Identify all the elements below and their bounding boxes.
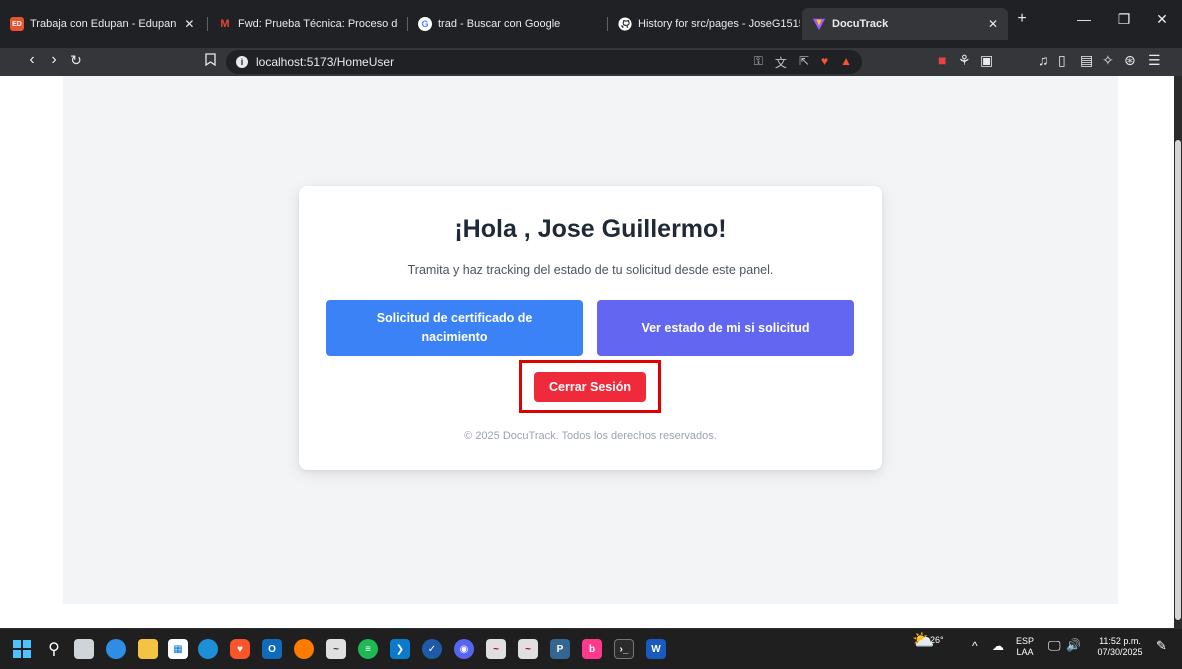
- screenshot-icon[interactable]: ▣: [980, 52, 993, 69]
- clock-time: 11:52 p.m.: [1099, 636, 1141, 646]
- music-icon[interactable]: ♫: [1038, 52, 1049, 68]
- outlook-icon[interactable]: O: [262, 639, 282, 659]
- back-icon[interactable]: ‹: [22, 51, 42, 69]
- logout-button[interactable]: Cerrar Sesión: [534, 372, 646, 402]
- forward-icon[interactable]: ›: [44, 51, 64, 69]
- google-icon: G: [418, 17, 432, 31]
- photos-icon[interactable]: ~: [326, 639, 346, 659]
- firefox-icon[interactable]: [294, 639, 314, 659]
- bookmark-icon[interactable]: [200, 53, 220, 69]
- brave-rewards-icon[interactable]: ▲: [840, 54, 852, 71]
- scrollbar-thumb[interactable]: [1175, 140, 1181, 620]
- address-bar[interactable]: i localhost:5173/HomeUser ⚿ 文 ⇱ ♥ ▲: [226, 50, 862, 74]
- home-card: ¡Hola , Jose Guillermo! Tramita y haz tr…: [299, 186, 882, 470]
- app-icon[interactable]: b: [582, 639, 602, 659]
- tab-divider: [407, 17, 408, 31]
- share-icon[interactable]: ⇱: [799, 54, 809, 71]
- new-tab-button[interactable]: +: [1010, 10, 1034, 28]
- cloud-icon[interactable]: ☁: [992, 640, 1004, 652]
- tab-title: Fwd: Prueba Técnica: Proceso de S: [238, 18, 398, 30]
- vscode-icon[interactable]: ❯: [390, 639, 410, 659]
- postgres-icon[interactable]: P: [550, 639, 570, 659]
- windows-start-icon[interactable]: [12, 639, 32, 659]
- close-icon[interactable]: ✕: [988, 17, 998, 31]
- spotify-icon[interactable]: ≡: [358, 639, 378, 659]
- translate-icon[interactable]: 文: [775, 54, 787, 71]
- greeting-title: ¡Hola , Jose Guillermo!: [454, 215, 727, 243]
- tab-divider: [207, 17, 208, 31]
- edge-icon[interactable]: [198, 639, 218, 659]
- tab-github[interactable]: History for src/pages - JoseG1515: [618, 13, 800, 35]
- chevron-up-icon[interactable]: ^: [972, 640, 978, 652]
- view-request-status-button[interactable]: Ver estado de mi si solicitud: [597, 300, 854, 356]
- leo-ai-icon[interactable]: ✧: [1102, 52, 1114, 69]
- app-icon[interactable]: ~: [518, 639, 538, 659]
- menu-icon[interactable]: ☰: [1148, 52, 1161, 69]
- brave-shield-icon[interactable]: ♥: [821, 54, 828, 71]
- notification-icon[interactable]: ✎: [1156, 639, 1167, 652]
- task-view-icon[interactable]: [74, 639, 94, 659]
- page-viewport: ¡Hola , Jose Guillermo! Tramita y haz tr…: [0, 76, 1174, 628]
- scrollbar[interactable]: [1174, 76, 1182, 628]
- weather-temp: 26°: [930, 635, 944, 645]
- search-icon[interactable]: ⚲: [44, 639, 64, 659]
- tab-title: Trabaja con Edupan - Edupan: [30, 18, 177, 30]
- discord-icon[interactable]: ◉: [454, 639, 474, 659]
- vite-icon: [812, 17, 826, 31]
- birth-certificate-request-button[interactable]: Solicitud de certificado de nacimiento: [326, 300, 583, 356]
- tab-title: History for src/pages - JoseG1515: [638, 18, 800, 30]
- gmail-icon: M: [220, 18, 230, 30]
- reload-icon[interactable]: ↻: [66, 52, 86, 69]
- language-indicator[interactable]: ESP LAA: [1014, 636, 1036, 658]
- site-info-icon[interactable]: i: [236, 56, 248, 68]
- display-icon[interactable]: 🖵: [1048, 639, 1061, 652]
- terminal-icon[interactable]: ›_: [614, 639, 634, 659]
- wallet-icon[interactable]: ▤: [1080, 52, 1093, 69]
- word-icon[interactable]: W: [646, 639, 666, 659]
- close-icon[interactable]: ✕: [184, 17, 194, 31]
- file-explorer-icon[interactable]: [138, 639, 158, 659]
- subtitle-text: Tramita y haz tracking del estado de tu …: [407, 263, 774, 277]
- key-icon[interactable]: ⚿: [754, 54, 763, 71]
- tab-google-search[interactable]: G trad - Buscar con Google: [418, 13, 598, 35]
- tab-divider: [607, 17, 608, 31]
- footer-copyright: © 2025 DocuTrack. Todos los derechos res…: [464, 430, 717, 442]
- github-icon: [618, 17, 632, 31]
- todo-icon[interactable]: ✓: [422, 639, 442, 659]
- tab-docutrack[interactable]: DocuTrack ✕: [802, 8, 1008, 40]
- widgets-icon[interactable]: [106, 639, 126, 659]
- minimize-icon[interactable]: —: [1072, 11, 1096, 27]
- language-bottom: LAA: [1016, 647, 1034, 657]
- sidebar-icon[interactable]: ▯: [1058, 52, 1066, 69]
- clock[interactable]: 11:52 p.m. 07/30/2025: [1092, 636, 1148, 658]
- tab-title: trad - Buscar con Google: [438, 18, 561, 30]
- browser-tab-strip: ED Trabaja con Edupan - Edupan ✕ M Fwd: …: [0, 0, 1182, 48]
- tab-gmail[interactable]: M Fwd: Prueba Técnica: Proceso de S: [218, 13, 398, 35]
- restore-icon[interactable]: ❐: [1112, 11, 1136, 28]
- clock-date: 07/30/2025: [1097, 647, 1143, 657]
- brave-icon[interactable]: ♥: [230, 639, 250, 659]
- tab-title: DocuTrack: [832, 18, 889, 30]
- volume-icon[interactable]: 🔊: [1066, 639, 1081, 651]
- edupan-favicon-icon: ED: [10, 17, 24, 31]
- tab-edupan[interactable]: ED Trabaja con Edupan - Edupan ✕: [10, 13, 200, 35]
- windows-taskbar: ⚲ ▦ ♥ O ~ ≡ ❯ ✓ ◉ ~ ~ P b ›_ W ⛅ 26° ^ ☁…: [0, 628, 1182, 669]
- extensions-icon[interactable]: ⚘: [958, 52, 971, 69]
- browser-toolbar: ‹ › ↻ i localhost:5173/HomeUser ⚿ 文 ⇱ ♥ …: [0, 48, 1182, 76]
- url-text: localhost:5173/HomeUser: [256, 55, 395, 69]
- app-icon[interactable]: ~: [486, 639, 506, 659]
- vpn-icon[interactable]: ⊛: [1124, 52, 1136, 69]
- wallet-alert-icon[interactable]: ■: [938, 52, 946, 68]
- store-icon[interactable]: ▦: [168, 639, 188, 659]
- language-top: ESP: [1015, 636, 1034, 646]
- window-close-icon[interactable]: ✕: [1150, 11, 1174, 28]
